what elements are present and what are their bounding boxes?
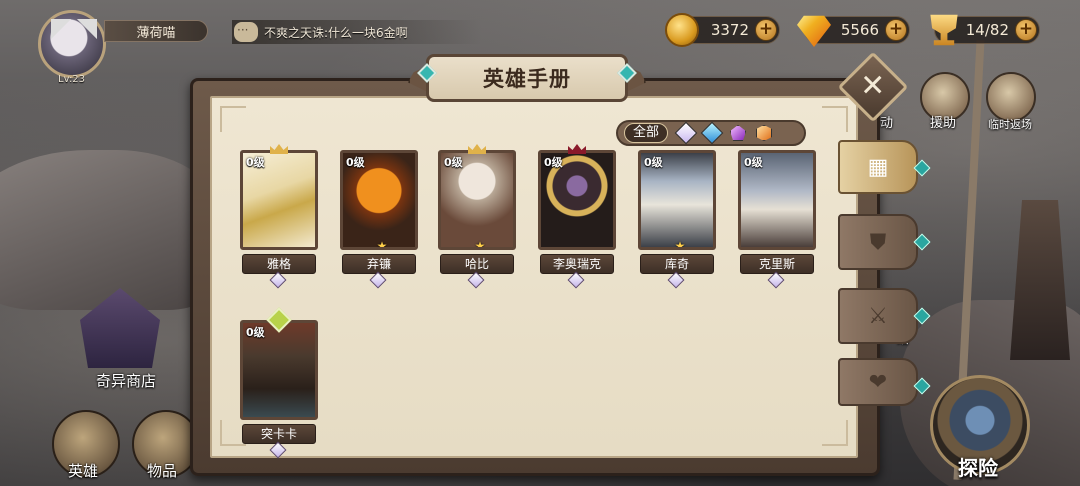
player-name: 薄荷喵 — [104, 20, 208, 42]
hero-card[interactable]: 0级 突卡卡 — [240, 307, 318, 459]
assist-label: 援助 — [930, 116, 957, 131]
star-icon: ★ — [674, 239, 686, 250]
heroes-label: 英雄 — [68, 462, 99, 480]
rarity-gem-icon — [567, 271, 585, 289]
shield-icon: ⛊ — [869, 229, 887, 255]
star-icon: ★ — [376, 239, 388, 250]
hero-portrait: 0级 — [240, 320, 318, 420]
diamond-value: 5566 — [840, 21, 879, 39]
hero-card[interactable]: 0级 克里斯 — [738, 150, 816, 289]
hero-card[interactable]: 0级 李奥瑞克 — [538, 144, 616, 289]
hero-level: 0级 — [246, 326, 265, 339]
temp-return-button[interactable] — [986, 72, 1036, 122]
rarity-gem-icon — [667, 271, 685, 289]
corner-ornament — [822, 106, 848, 132]
hero-portrait: 0级 ★ — [638, 150, 716, 250]
hero-portrait: 0级 — [240, 150, 318, 250]
dialog-title-plate: 英雄手册 — [408, 50, 646, 106]
temp-return-label: 临时返场 — [988, 118, 1032, 131]
gold-value: 3372 — [710, 21, 749, 39]
tab-attack[interactable]: ⚔ — [838, 288, 931, 344]
hero-card[interactable]: 0级 ★ 弃镰 — [340, 150, 418, 289]
chat-message: 不爽之天诛:什么一块6金啊 — [264, 25, 408, 40]
hero-name: 克里斯 — [740, 254, 814, 274]
rarity-gem-icon — [269, 441, 287, 459]
hero-portrait: 0级 — [738, 150, 816, 250]
hero-name: 哈比 — [440, 254, 514, 274]
diamond-counter: 5566 + — [797, 15, 910, 47]
sword-icon: ⚔ — [868, 303, 888, 329]
dialog-title: 英雄手册 — [483, 67, 571, 91]
hero-name: 库奇 — [640, 254, 714, 274]
rarity-gem-icon — [467, 271, 485, 289]
hero-name: 李奥瑞克 — [540, 254, 614, 274]
hero-portrait: 0级 — [538, 150, 616, 250]
tab-all-heroes[interactable]: ▦ — [838, 140, 931, 194]
hero-portrait: 0级 ★ — [438, 150, 516, 250]
activity-label: 动 — [880, 116, 894, 131]
heart-icon: ❤ — [868, 369, 888, 395]
player-avatar[interactable] — [38, 10, 106, 78]
purple-gem-filter-icon[interactable] — [730, 125, 747, 141]
hero-level: 0级 — [544, 156, 563, 169]
hero-level: 0级 — [644, 156, 663, 169]
rarity-gem-icon — [369, 271, 387, 289]
background-rock — [0, 150, 220, 310]
hero-card[interactable]: 0级 雅格 — [240, 144, 318, 289]
chat-bubble-icon — [234, 22, 258, 42]
player-level: Lv:23 — [58, 74, 86, 85]
hero-name: 弃镰 — [342, 254, 416, 274]
hero-name: 雅格 — [242, 254, 316, 274]
hero-card[interactable]: 0级 ★ 库奇 — [638, 150, 716, 289]
tab-support[interactable]: ❤ — [838, 358, 931, 406]
rarity-filter-bar: 全部 — [616, 120, 806, 146]
add-gold-button[interactable]: + — [755, 19, 777, 41]
rarity-gem-icon — [269, 271, 287, 289]
avatar-ears — [51, 19, 97, 39]
hero-level: 0级 — [346, 156, 365, 169]
tab-defense[interactable]: ⛊ — [838, 214, 931, 270]
filter-all-button[interactable]: 全部 — [624, 123, 669, 143]
add-diamond-button[interactable]: + — [885, 19, 907, 41]
grid-icon: ▦ — [867, 154, 889, 180]
hero-level: 0级 — [444, 156, 463, 169]
corner-ornament — [220, 106, 246, 132]
hero-portrait: 0级 ★ — [340, 150, 418, 250]
chat-ticker[interactable]: 不爽之天诛:什么一块6金啊 — [232, 20, 482, 44]
add-trophy-button[interactable]: + — [1015, 19, 1037, 41]
blue-gem-filter-icon[interactable] — [700, 121, 724, 145]
corner-ornament — [822, 420, 848, 446]
hero-level: 0级 — [744, 156, 763, 169]
strange-shop-label: 奇异商店 — [96, 372, 157, 390]
hero-level: 0级 — [246, 156, 265, 169]
trophy-value: 14/82 — [965, 21, 1009, 39]
white-gem-filter-icon[interactable] — [674, 121, 698, 145]
orange-gem-filter-icon[interactable] — [756, 125, 773, 141]
trophy-counter: 14/82 + — [930, 14, 1040, 46]
star-icon: ★ — [474, 239, 486, 250]
gold-coin-icon — [665, 13, 699, 47]
items-label: 物品 — [147, 462, 178, 480]
close-icon: ✕ — [860, 68, 886, 104]
hero-card[interactable]: 0级 ★ 哈比 — [438, 144, 516, 289]
rarity-gem-icon — [767, 271, 785, 289]
gold-counter: 3372 + — [665, 13, 780, 47]
explore-label: 探险 — [958, 456, 998, 480]
hero-name: 突卡卡 — [242, 424, 316, 444]
